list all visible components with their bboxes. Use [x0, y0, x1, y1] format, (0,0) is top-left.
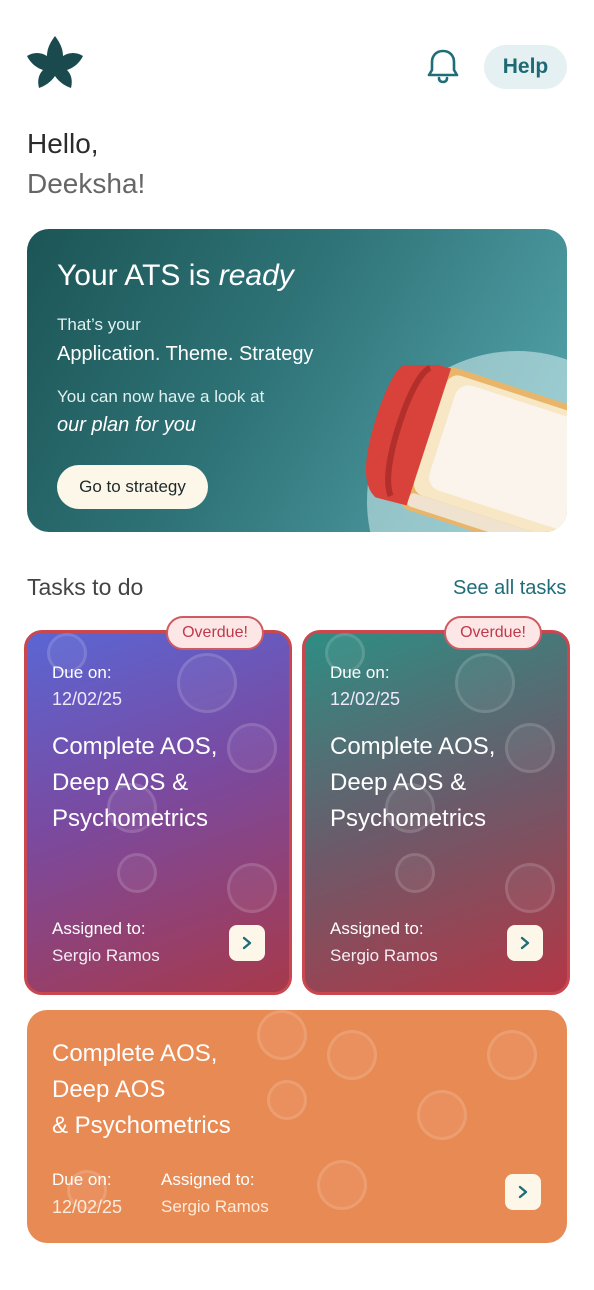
- hero-title: Your ATS is ready: [57, 259, 294, 292]
- assigned-label: Assigned to:: [330, 919, 424, 938]
- bell-icon[interactable]: [426, 48, 460, 84]
- chevron-right-icon: [242, 936, 252, 950]
- go-to-strategy-button[interactable]: Go to strategy: [57, 465, 208, 509]
- task-title: Complete AOS, Deep AOS & Psychometrics: [330, 733, 496, 832]
- open-task-button[interactable]: [507, 925, 543, 961]
- decorative-bubble: [227, 863, 277, 913]
- task-card[interactable]: Due on: 12/02/25 Complete AOS, Deep AOS …: [24, 630, 292, 995]
- due-date: 12/02/25: [52, 689, 123, 709]
- hero-line-3: You can now have a look at: [57, 387, 265, 406]
- assignee-name: Sergio Ramos: [52, 946, 160, 965]
- help-button[interactable]: Help: [484, 45, 567, 89]
- decorative-bubble: [417, 1090, 467, 1140]
- see-all-tasks-link[interactable]: See all tasks: [453, 577, 566, 600]
- book-illustration: [366, 365, 567, 532]
- decorative-bubble: [455, 653, 515, 713]
- due-label: Due on:: [52, 663, 112, 682]
- assignee-name: Sergio Ramos: [330, 946, 438, 965]
- due-date: 12/02/25: [330, 689, 401, 709]
- chevron-right-icon: [518, 1185, 528, 1199]
- ats-ready-card: Your ATS is ready That’s your Applicatio…: [27, 229, 567, 532]
- hero-line-4: our plan for you: [57, 414, 196, 436]
- decorative-bubble: [395, 853, 435, 893]
- task-card[interactable]: Due on: 12/02/25 Complete AOS, Deep AOS …: [302, 630, 570, 995]
- greeting-name: Deeksha!: [27, 168, 146, 199]
- due-label: Due on:: [52, 1170, 112, 1189]
- task-title: Complete AOS, Deep AOS & Psychometrics: [52, 1040, 231, 1139]
- hero-line-2: Application. Theme. Strategy: [57, 343, 314, 365]
- decorative-bubble: [177, 653, 237, 713]
- overdue-badge: Overdue!: [166, 616, 264, 650]
- leaf-logo-icon[interactable]: [27, 34, 83, 90]
- decorative-bubble: [505, 863, 555, 913]
- assignee-name: Sergio Ramos: [161, 1197, 269, 1216]
- task-title: Complete AOS, Deep AOS & Psychometrics: [52, 733, 218, 832]
- decorative-bubble: [317, 1160, 367, 1210]
- tasks-section-title: Tasks to do: [27, 574, 144, 600]
- app-header: Help: [27, 34, 567, 92]
- hero-line-1: That’s your: [57, 315, 141, 334]
- decorative-bubble: [487, 1030, 537, 1080]
- due-label: Due on:: [330, 663, 390, 682]
- overdue-badge: Overdue!: [444, 616, 542, 650]
- task-card-wide[interactable]: Complete AOS, Deep AOS & Psychometrics D…: [27, 1010, 567, 1243]
- open-task-button[interactable]: [505, 1174, 541, 1210]
- assigned-label: Assigned to:: [161, 1170, 255, 1189]
- chevron-right-icon: [520, 936, 530, 950]
- due-date: 12/02/25: [52, 1197, 123, 1217]
- greeting-hello: Hello,: [27, 128, 99, 159]
- open-task-button[interactable]: [229, 925, 265, 961]
- decorative-bubble: [117, 853, 157, 893]
- assigned-label: Assigned to:: [52, 919, 146, 938]
